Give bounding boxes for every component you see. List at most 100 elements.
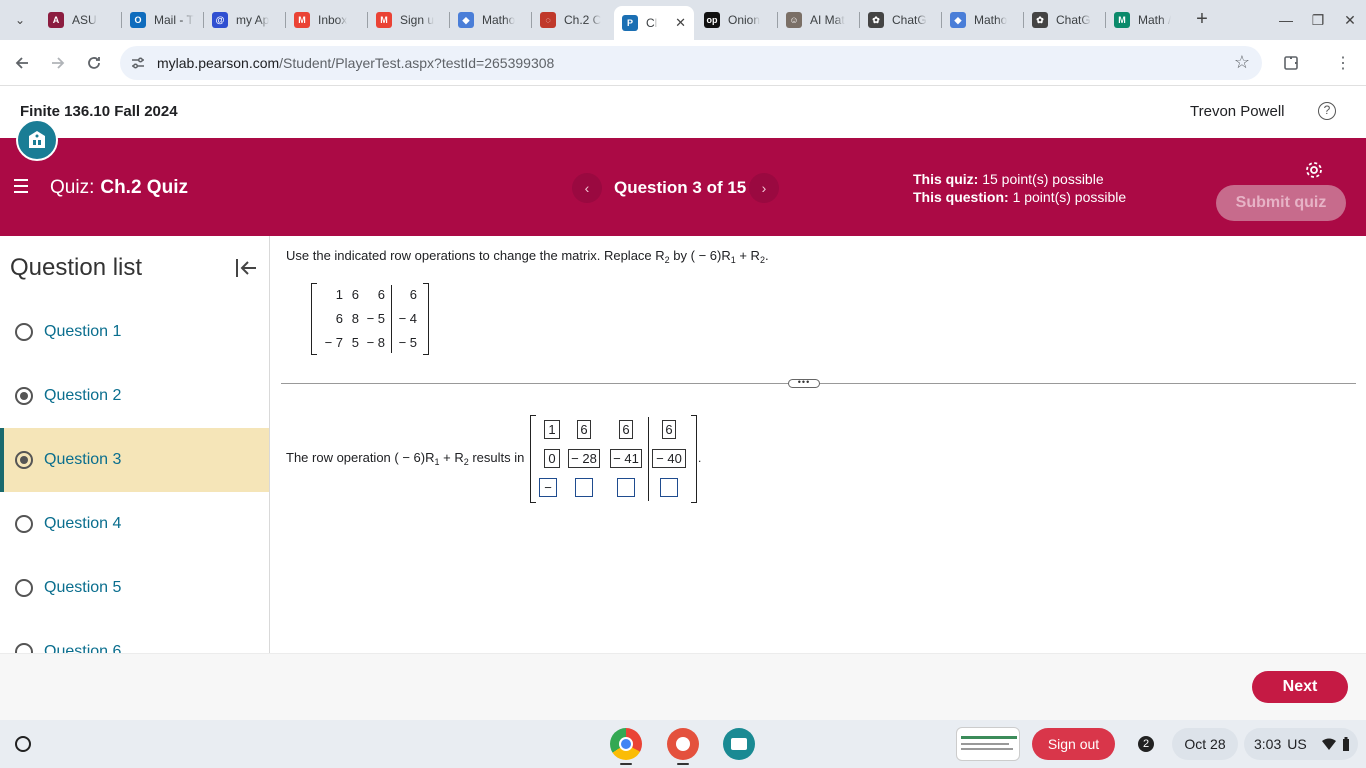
question-list-item[interactable]: Question 2	[0, 364, 269, 428]
matrix-cell: − 8	[366, 335, 385, 350]
sign-out-button[interactable]: Sign out	[1032, 728, 1115, 760]
answer-input-box[interactable]: −	[539, 478, 557, 497]
collapse-panel-icon[interactable]	[234, 256, 260, 280]
browser-tab[interactable]: ☺ AI Mat	[778, 6, 858, 34]
question-list-label: Question 5	[44, 579, 122, 596]
tab-favicon-icon: ◆	[950, 12, 966, 28]
browser-tab[interactable]: A ASU	[40, 6, 120, 34]
canvas-app-icon[interactable]	[667, 728, 699, 760]
settings-gear-icon[interactable]	[1304, 160, 1324, 180]
question-list-label: Question 6	[44, 643, 122, 653]
submit-quiz-button[interactable]: Submit quiz	[1216, 185, 1346, 221]
question-list-label: Question 4	[44, 515, 122, 532]
browser-tab-strip: ⌄ A ASU O Mail - T @ my Ap M Inbox M Sign u ◆ Matho…	[0, 0, 1366, 40]
launcher-icon[interactable]	[15, 736, 31, 752]
reload-icon[interactable]	[81, 50, 107, 76]
question-instruction: Use the indicated row operations to chan…	[286, 248, 769, 265]
canvas-running-indicator	[677, 763, 689, 765]
question-list-item[interactable]: Question 1	[0, 300, 269, 364]
radio-filled-icon	[15, 387, 33, 405]
next-button[interactable]: Next	[1252, 671, 1348, 703]
browser-tab[interactable]: @ my Ap	[204, 6, 284, 34]
answer-input-box[interactable]: − 28	[568, 449, 600, 468]
answer-input-box[interactable]: 6	[619, 420, 633, 439]
answer-input-box[interactable]: 1	[544, 420, 560, 439]
next-question-arrow-button[interactable]: ›	[749, 173, 779, 203]
chrome-app-icon[interactable]	[610, 728, 642, 760]
tab-favicon-icon: ◆	[458, 12, 474, 28]
clock-time: 3:03	[1254, 736, 1282, 752]
bookmark-star-icon[interactable]: ☆	[1234, 52, 1250, 73]
browser-tab[interactable]: M Inbox	[286, 6, 366, 34]
question-list-panel: Question list Question 1 Question 2 Questi…	[0, 236, 270, 653]
screenshot-thumbnail[interactable]	[956, 727, 1020, 761]
browser-tab[interactable]: ◆ Matho	[450, 6, 530, 34]
browser-tab[interactable]: op Onion	[696, 6, 776, 34]
back-arrow-icon[interactable]	[9, 50, 35, 76]
course-header: Finite 136.10 Fall 2024 Trevon Powell ?	[0, 87, 1366, 138]
answer-input-box[interactable]: − 40	[652, 449, 686, 468]
status-tray[interactable]: 3:03 US	[1244, 728, 1358, 760]
browser-tab[interactable]: ◆ Matho	[942, 6, 1022, 34]
quiz-footer: Next	[0, 653, 1366, 720]
new-tab-button[interactable]: +	[1190, 8, 1214, 32]
question-counter: Question 3 of 15	[614, 178, 747, 197]
question-list-item[interactable]: Question 6	[0, 620, 269, 653]
answer-input-box[interactable]: − 41	[610, 449, 642, 468]
browser-tab[interactable]: ✿ ChatG	[1024, 6, 1104, 34]
tab-separator	[367, 12, 368, 28]
tab-favicon-icon: ◌	[540, 12, 556, 28]
tab-separator	[531, 12, 532, 28]
restore-icon[interactable]: ❐	[1306, 8, 1330, 32]
extensions-icon[interactable]	[1278, 50, 1304, 76]
tab-separator	[449, 12, 450, 28]
browser-menu-icon[interactable]: ⋮	[1330, 50, 1356, 76]
tab-favicon-icon: A	[48, 12, 64, 28]
answer-input-box[interactable]	[617, 478, 635, 497]
question-list-item[interactable]: Question 5	[0, 556, 269, 620]
tab-favicon-icon: M	[294, 12, 310, 28]
answer-input-box[interactable]	[660, 478, 678, 497]
browser-tab[interactable]: M Math /	[1106, 6, 1186, 34]
user-name[interactable]: Trevon Powell	[1190, 103, 1284, 120]
close-window-icon[interactable]: ✕	[1338, 8, 1362, 32]
browser-tab[interactable]: M Sign u	[368, 6, 448, 34]
matrix-cell: 6	[409, 287, 417, 302]
question-list-item[interactable]: Question 4	[0, 492, 269, 556]
answer-matrix: 1 6 6 6 0− 28− 41− 40−	[530, 415, 697, 503]
matrix-cell: 8	[351, 311, 359, 326]
previous-question-button[interactable]: ‹	[572, 173, 602, 203]
pane-resize-handle[interactable]: •••	[788, 378, 820, 388]
notification-count-badge[interactable]: 2	[1138, 736, 1154, 752]
answer-input-box[interactable]: 6	[662, 420, 676, 439]
course-title: Finite 136.10 Fall 2024	[20, 103, 178, 120]
tab-title: Mail - T	[154, 13, 194, 27]
address-bar[interactable]: mylab.pearson.com/Student/PlayerTest.asp…	[120, 46, 1262, 80]
classroom-app-icon[interactable]	[723, 728, 755, 760]
date-tray[interactable]: Oct 28	[1172, 728, 1238, 760]
question-area: Use the indicated row operations to chan…	[271, 236, 1366, 653]
radio-empty-icon	[15, 515, 33, 533]
site-info-icon[interactable]	[130, 55, 146, 71]
accessibility-badge-icon[interactable]	[16, 119, 58, 161]
tab-title: Math /	[1138, 13, 1172, 27]
minimize-icon[interactable]: —	[1274, 8, 1298, 32]
tab-search-chevron-icon[interactable]: ⌄	[6, 6, 34, 34]
browser-tab[interactable]: ✿ ChatG	[860, 6, 940, 34]
answer-input-box[interactable]	[575, 478, 593, 497]
help-icon[interactable]: ?	[1318, 102, 1336, 120]
menu-hamburger-icon[interactable]	[14, 179, 28, 193]
battery-icon	[1343, 737, 1349, 751]
browser-tab[interactable]: ◌ Ch.2 C	[532, 6, 612, 34]
answer-input-box[interactable]: 0	[544, 449, 560, 468]
tab-favicon-icon: op	[704, 12, 720, 28]
forward-arrow-icon[interactable]	[45, 50, 71, 76]
tab-title: Matho	[482, 13, 516, 27]
browser-tab[interactable]: O Mail - T	[122, 6, 202, 34]
question-list-item[interactable]: Question 3	[0, 428, 269, 492]
tab-separator	[859, 12, 860, 28]
answer-input-box[interactable]: 6	[577, 420, 591, 439]
browser-tab[interactable]: P Cl ✕	[614, 6, 694, 40]
close-tab-icon[interactable]: ✕	[675, 15, 686, 31]
question-list-label: Question 3	[44, 451, 122, 468]
